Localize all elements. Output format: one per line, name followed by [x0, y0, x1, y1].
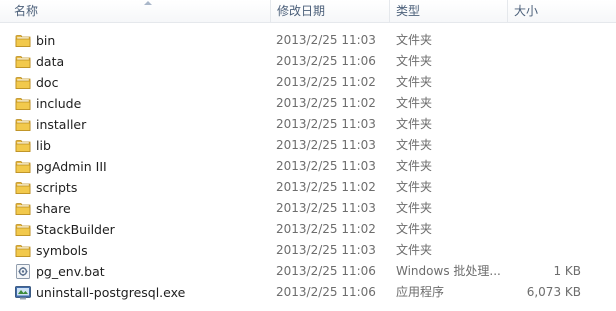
- file-type: Windows 批处理...: [396, 264, 501, 278]
- sort-ascending-icon: [144, 1, 152, 5]
- column-header-size-label: 大小: [514, 4, 539, 18]
- folder-icon: [15, 159, 31, 174]
- file-type: 应用程序: [396, 285, 445, 299]
- file-name: symbols: [36, 243, 88, 258]
- file-modified-date: 2013/2/25 11:03: [276, 138, 376, 152]
- file-modified-date: 2013/2/25 11:02: [276, 180, 376, 194]
- column-header-name[interactable]: 名称: [0, 0, 270, 22]
- file-name: data: [36, 54, 65, 69]
- column-header-name-label: 名称: [14, 4, 39, 18]
- file-modified-date: 2013/2/25 11:06: [276, 285, 376, 299]
- column-header-type[interactable]: 类型: [389, 0, 507, 22]
- column-header-date[interactable]: 修改日期: [270, 0, 389, 22]
- file-type: 文件夹: [396, 138, 433, 152]
- file-size: [507, 72, 581, 93]
- file-size: [507, 51, 581, 72]
- column-header-bar: 名称 修改日期 类型 大小: [0, 0, 616, 23]
- folder-icon: [15, 201, 31, 216]
- file-size: [507, 135, 581, 156]
- file-row-symbols[interactable]: symbols 2013/2/25 11:03 文件夹: [0, 240, 616, 261]
- file-modified-date: 2013/2/25 11:03: [276, 33, 376, 47]
- folder-icon: [15, 222, 31, 237]
- file-name: StackBuilder: [36, 222, 115, 237]
- file-modified-date: 2013/2/25 11:02: [276, 75, 376, 89]
- file-row-include[interactable]: include 2013/2/25 11:02 文件夹: [0, 93, 616, 114]
- file-size: [507, 114, 581, 135]
- file-row-share[interactable]: share 2013/2/25 11:03 文件夹: [0, 198, 616, 219]
- file-name: uninstall-postgresql.exe: [36, 285, 186, 300]
- file-size: [507, 240, 581, 261]
- file-name: share: [36, 201, 71, 216]
- file-modified-date: 2013/2/25 11:03: [276, 243, 376, 257]
- file-modified-date: 2013/2/25 11:03: [276, 117, 376, 131]
- file-row-installer[interactable]: installer 2013/2/25 11:03 文件夹: [0, 114, 616, 135]
- file-modified-date: 2013/2/25 11:03: [276, 201, 376, 215]
- file-type: 文件夹: [396, 33, 433, 47]
- file-row-data[interactable]: data 2013/2/25 11:06 文件夹: [0, 51, 616, 72]
- file-type: 文件夹: [396, 75, 433, 89]
- file-row-bin[interactable]: bin 2013/2/25 11:03 文件夹: [0, 30, 616, 51]
- file-size: 6,073 KB: [526, 285, 581, 299]
- file-type: 文件夹: [396, 117, 433, 131]
- file-modified-date: 2013/2/25 11:03: [276, 159, 376, 173]
- file-name: installer: [36, 117, 87, 132]
- column-header-size[interactable]: 大小: [507, 0, 616, 22]
- file-type: 文件夹: [396, 243, 433, 257]
- file-type: 文件夹: [396, 96, 433, 110]
- file-size: [507, 198, 581, 219]
- file-name: pg_env.bat: [36, 264, 105, 279]
- folder-icon: [15, 33, 31, 48]
- file-name: include: [36, 96, 82, 111]
- file-size: [507, 177, 581, 198]
- folder-icon: [15, 96, 31, 111]
- file-name: pgAdmin III: [36, 159, 107, 174]
- column-header-type-label: 类型: [396, 4, 421, 18]
- folder-icon: [15, 138, 31, 153]
- folder-icon: [15, 117, 31, 132]
- column-header-date-label: 修改日期: [277, 4, 326, 18]
- file-row-stackbuilder[interactable]: StackBuilder 2013/2/25 11:02 文件夹: [0, 219, 616, 240]
- file-type: 文件夹: [396, 54, 433, 68]
- file-row-pgadmin-iii[interactable]: pgAdmin III 2013/2/25 11:03 文件夹: [0, 156, 616, 177]
- file-row-uninstall-postgresql-exe[interactable]: uninstall-postgresql.exe 2013/2/25 11:06 应…: [0, 282, 616, 303]
- file-type: 文件夹: [396, 222, 433, 236]
- file-size: [507, 156, 581, 177]
- file-name: scripts: [36, 180, 78, 195]
- file-name: bin: [36, 33, 56, 48]
- file-type: 文件夹: [396, 180, 433, 194]
- file-modified-date: 2013/2/25 11:06: [276, 54, 376, 68]
- file-name: doc: [36, 75, 59, 90]
- uninstaller-exe-icon: [15, 285, 31, 300]
- folder-icon: [15, 243, 31, 258]
- file-modified-date: 2013/2/25 11:06: [276, 264, 376, 278]
- file-list-view: 名称 修改日期 类型 大小 bin 2013/2/25 11:03 文件夹 data 2…: [0, 0, 616, 311]
- folder-icon: [15, 180, 31, 195]
- file-size: [507, 30, 581, 51]
- file-size: 1 KB: [553, 264, 581, 278]
- file-row-doc[interactable]: doc 2013/2/25 11:02 文件夹: [0, 72, 616, 93]
- file-size: [507, 219, 581, 240]
- file-rows: bin 2013/2/25 11:03 文件夹 data 2013/2/25 11:06…: [0, 30, 616, 303]
- file-size: [507, 93, 581, 114]
- folder-icon: [15, 75, 31, 90]
- file-row-lib[interactable]: lib 2013/2/25 11:03 文件夹: [0, 135, 616, 156]
- batch-file-icon: [15, 264, 31, 279]
- file-modified-date: 2013/2/25 11:02: [276, 96, 376, 110]
- file-name: lib: [36, 138, 51, 153]
- file-row-scripts[interactable]: scripts 2013/2/25 11:02 文件夹: [0, 177, 616, 198]
- folder-icon: [15, 54, 31, 69]
- file-row-pg-env-bat[interactable]: pg_env.bat 2013/2/25 11:06 Windows 批处理... 1…: [0, 261, 616, 282]
- file-modified-date: 2013/2/25 11:02: [276, 222, 376, 236]
- file-type: 文件夹: [396, 159, 433, 173]
- file-type: 文件夹: [396, 201, 433, 215]
